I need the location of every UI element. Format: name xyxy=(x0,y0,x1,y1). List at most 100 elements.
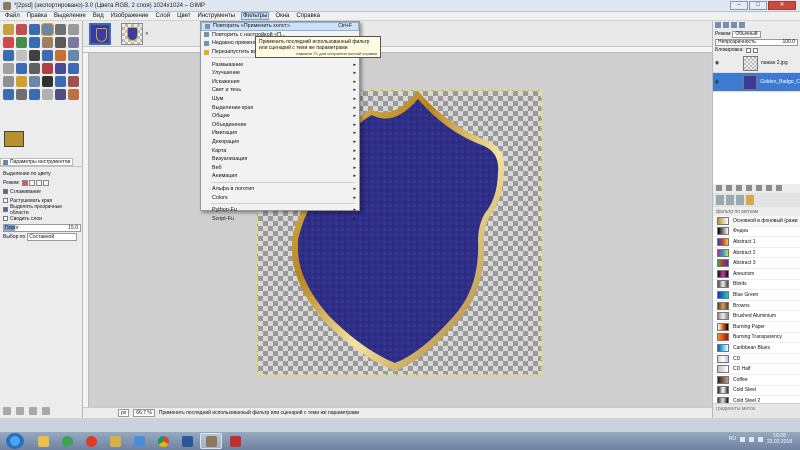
select-transparent-checkbox[interactable] xyxy=(3,207,8,212)
tool-icon-4[interactable] xyxy=(55,24,66,35)
tool-icon-14[interactable] xyxy=(29,50,40,61)
layer-row[interactable]: ◉ Golden_Badge_C xyxy=(713,73,800,92)
gradient-item[interactable]: Browns xyxy=(713,300,800,312)
tool-icon-19[interactable] xyxy=(16,63,27,74)
taskbar-photo-icon[interactable] xyxy=(224,433,246,449)
layers-tab-icon[interactable] xyxy=(715,22,721,28)
delete-layer-icon[interactable] xyxy=(776,185,782,191)
taskbar-paint-icon[interactable] xyxy=(128,433,150,449)
delete-options-icon[interactable] xyxy=(29,407,37,415)
menu-item-5[interactable]: Слой xyxy=(155,13,172,19)
tool-icon-29[interactable] xyxy=(68,76,79,87)
filters-menu-item-1-1[interactable]: Colors ▸ xyxy=(201,193,359,202)
save-options-icon[interactable] xyxy=(3,407,11,415)
image-tab-second[interactable]: ✕ xyxy=(121,23,149,45)
patterns-tab-icon[interactable] xyxy=(726,195,734,205)
tool-icon-12[interactable] xyxy=(3,50,14,61)
sample-merged-checkbox[interactable] xyxy=(3,216,8,221)
gradient-item[interactable]: Фндна xyxy=(713,226,800,238)
menu-item-7[interactable]: Инструменты xyxy=(197,13,236,19)
gradients-tab-icon[interactable] xyxy=(746,195,754,205)
menu-item-8[interactable]: Фильтры xyxy=(240,12,270,20)
close-tab-icon[interactable]: ✕ xyxy=(145,31,149,37)
menu-item-9[interactable]: Окна xyxy=(274,13,290,19)
taskbar-word-icon[interactable] xyxy=(176,433,198,449)
gradient-item[interactable]: Blinds xyxy=(713,279,800,291)
tool-icon-26[interactable] xyxy=(29,76,40,87)
gradient-item[interactable]: Abstract 2 xyxy=(713,247,800,259)
layer-mode-dropdown[interactable]: Обычный xyxy=(732,30,761,38)
filters-menu-item-0-7[interactable]: Объединение ▸ xyxy=(201,121,359,130)
lock-position-icon[interactable] xyxy=(752,47,758,53)
tool-icon-10[interactable] xyxy=(55,37,66,48)
menu-item-1[interactable]: Правка xyxy=(26,13,48,19)
tool-icon-17[interactable] xyxy=(68,50,79,61)
tool-icon-35[interactable] xyxy=(68,89,79,100)
taskbar-gimp-icon[interactable] xyxy=(200,433,222,449)
lower-layer-icon[interactable] xyxy=(736,185,742,191)
opacity-slider[interactable]: Непрозрачность 100.0 xyxy=(715,38,798,46)
filters-menu-item-0-11[interactable]: Визуализация ▸ xyxy=(201,155,359,164)
network-icon[interactable] xyxy=(748,436,754,442)
close-button[interactable]: ✕ xyxy=(768,1,796,10)
gradient-item[interactable]: Coffee xyxy=(713,374,800,386)
menu-item-4[interactable]: Изображение xyxy=(110,13,150,19)
filters-menu-item-0-1[interactable]: Улучшение ▸ xyxy=(201,69,359,78)
taskbar-media-icon[interactable] xyxy=(56,433,78,449)
tool-icon-16[interactable] xyxy=(55,50,66,61)
tool-icon-28[interactable] xyxy=(55,76,66,87)
gradient-item[interactable]: Brushed Aluminium xyxy=(713,311,800,322)
duplicate-layer-icon[interactable] xyxy=(746,185,752,191)
tool-icon-7[interactable] xyxy=(16,37,27,48)
filters-menu-item-0-3[interactable]: Свет и тень ▸ xyxy=(201,86,359,95)
image-tab-active[interactable] xyxy=(89,23,111,45)
fonts-tab-icon[interactable] xyxy=(736,195,744,205)
taskbar-yandex-icon[interactable] xyxy=(80,433,102,449)
mode-replace-button[interactable] xyxy=(21,179,28,186)
select-transparent-row[interactable]: Выделять прозрачные области xyxy=(3,204,81,216)
tool-icon-6[interactable] xyxy=(3,37,14,48)
filters-menu-item-0-0[interactable]: Размывание ▸ xyxy=(201,60,359,69)
filters-menu-item-0-12[interactable]: Веб ▸ xyxy=(201,164,359,173)
canvas-area[interactable] xyxy=(89,53,711,407)
tool-icon-27[interactable] xyxy=(42,76,53,87)
gradient-filter[interactable]: фильтр по меткам xyxy=(713,207,800,216)
gradient-tags-field[interactable]: градиенты меток xyxy=(713,403,800,418)
filters-menu-item-2-1[interactable]: Script-Fu ▸ xyxy=(201,214,359,223)
tool-icon-22[interactable] xyxy=(55,63,66,74)
filters-menu-item-0-5[interactable]: Выделение края ▸ xyxy=(201,103,359,112)
maximize-button[interactable]: □ xyxy=(749,1,767,10)
filters-menu-item-0-2[interactable]: Искажения ▸ xyxy=(201,78,359,87)
mode-subtract-button[interactable] xyxy=(35,179,42,186)
tool-icon-34[interactable] xyxy=(55,89,66,100)
undo-tab-icon[interactable] xyxy=(739,22,745,28)
layer-visibility-icon[interactable]: ◉ xyxy=(713,60,721,66)
tool-icon-23[interactable] xyxy=(68,63,79,74)
mode-intersect-button[interactable] xyxy=(42,179,49,186)
tool-icon-18[interactable] xyxy=(3,63,14,74)
clock[interactable]: 10:28 22.02.2018 xyxy=(767,433,792,445)
tool-icon-20[interactable] xyxy=(29,63,40,74)
unit-dropdown[interactable]: px xyxy=(118,409,130,417)
tab-tool-options[interactable]: Параметры инструментов xyxy=(0,158,74,166)
taskbar-folder-icon[interactable] xyxy=(104,433,126,449)
menu-item-0[interactable]: Файл xyxy=(4,13,21,19)
tool-icon-31[interactable] xyxy=(16,89,27,100)
filters-menu-item-0-13[interactable]: Анимация ▸ xyxy=(201,172,359,181)
gradient-item[interactable]: Blue Green xyxy=(713,290,800,301)
restore-options-icon[interactable] xyxy=(16,407,24,415)
tool-icon-24[interactable] xyxy=(3,76,14,87)
tray-arrow-icon[interactable] xyxy=(739,436,745,442)
filters-menu-item-0-9[interactable]: Декорация ▸ xyxy=(201,138,359,147)
tool-icon-3[interactable] xyxy=(41,23,54,36)
antialias-checkbox[interactable] xyxy=(3,189,8,194)
zoom-dropdown[interactable]: 66.7 % xyxy=(133,409,155,417)
brushes-tab-icon[interactable] xyxy=(716,195,724,205)
antialias-row[interactable]: Сглаживание xyxy=(3,187,81,196)
reset-options-icon[interactable] xyxy=(42,407,50,415)
tool-icon-15[interactable] xyxy=(42,50,53,61)
filters-menu-item-top-0[interactable]: Повторить «Применить холст» Ctrl+F xyxy=(201,22,359,31)
tool-icon-5[interactable] xyxy=(68,24,79,35)
lock-pixels-icon[interactable] xyxy=(745,47,751,53)
menu-item-3[interactable]: Вид xyxy=(92,13,105,19)
